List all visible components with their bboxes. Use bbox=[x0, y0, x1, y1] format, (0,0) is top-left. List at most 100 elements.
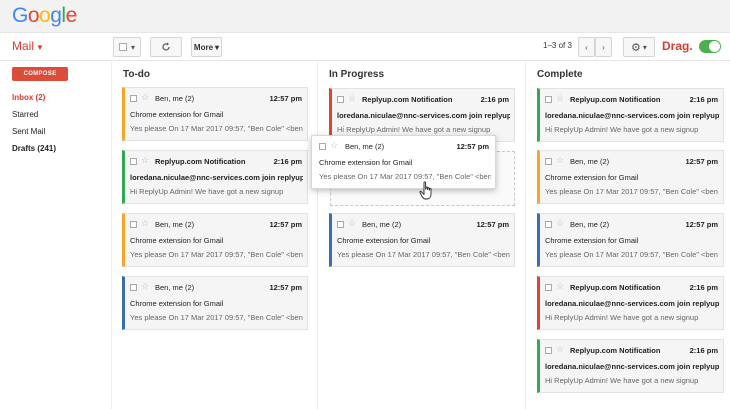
checkbox[interactable] bbox=[545, 221, 552, 228]
card-sender: Ben, me (2) bbox=[155, 94, 195, 103]
card-snippet: Yes please On 17 Mar 2017 09:57, "Ben Co… bbox=[130, 313, 303, 322]
drag-toggle[interactable] bbox=[699, 40, 721, 53]
checkbox[interactable] bbox=[319, 143, 326, 150]
star-icon[interactable]: ☆ bbox=[556, 155, 564, 166]
checkbox[interactable] bbox=[337, 96, 344, 103]
star-icon[interactable]: ☆ bbox=[556, 93, 564, 104]
prev-page-button[interactable]: ‹ bbox=[578, 37, 595, 57]
logo-letter: o bbox=[39, 4, 51, 27]
email-card[interactable]: ☆ Ben, me (2) 12:57 pm Chrome extension … bbox=[122, 213, 308, 267]
next-page-button[interactable]: › bbox=[595, 37, 612, 57]
star-icon[interactable]: ☆ bbox=[348, 93, 356, 104]
column-in-progress: In Progress ☆ Replyup.com Notification 2… bbox=[319, 62, 526, 409]
email-card[interactable]: ☆ Replyup.com Notification 2:16 pm lored… bbox=[537, 339, 724, 393]
email-card[interactable]: ☆ Ben, me (2) 12:57 pm Chrome extension … bbox=[329, 213, 515, 267]
sidebar-item-sent[interactable]: Sent Mail bbox=[12, 127, 45, 136]
email-card[interactable]: ☆ Replyup.com Notification 2:16 pm lored… bbox=[537, 88, 724, 142]
card-subject: loredana.niculae@nnc-services.com join r… bbox=[545, 362, 719, 371]
card-snippet: Hi ReplyUp Admin! We have got a new sign… bbox=[337, 125, 491, 134]
star-icon[interactable]: ☆ bbox=[330, 140, 338, 151]
email-card[interactable]: ☆ Ben, me (2) 12:57 pm Chrome extension … bbox=[537, 213, 724, 267]
mail-label: Mail bbox=[12, 39, 35, 53]
column-title: To-do bbox=[123, 69, 151, 80]
card-sender: Ben, me (2) bbox=[155, 283, 195, 292]
card-sender: Replyup.com Notification bbox=[362, 95, 453, 104]
dragging-card[interactable]: ☆ Ben, me (2) 12:57 pm Chrome extension … bbox=[311, 135, 496, 189]
chevron-left-icon: ‹ bbox=[585, 42, 588, 52]
star-icon[interactable]: ☆ bbox=[141, 155, 149, 166]
sidebar: COMPOSE Inbox (2) Starred Sent Mail Draf… bbox=[0, 62, 112, 409]
toggle-knob bbox=[709, 41, 720, 52]
compose-button[interactable]: COMPOSE bbox=[12, 67, 68, 81]
checkbox[interactable] bbox=[130, 284, 137, 291]
card-sender: Ben, me (2) bbox=[570, 220, 610, 229]
drag-brand-label: Drag. bbox=[662, 39, 693, 53]
email-card[interactable]: ☆ Replyup.com Notification 2:16 pm lored… bbox=[537, 276, 724, 330]
top-header: Google bbox=[0, 0, 730, 33]
card-snippet: Yes please On 17 Mar 2017 09:57, "Ben Co… bbox=[130, 250, 303, 259]
card-sender: Replyup.com Notification bbox=[570, 95, 661, 104]
email-card[interactable]: ☆ Replyup.com Notification 2:16 pm lored… bbox=[122, 150, 308, 204]
logo-letter: g bbox=[50, 4, 62, 27]
card-snippet: Yes please On 17 Mar 2017 09:57, "Ben Co… bbox=[545, 250, 718, 259]
email-card[interactable]: ☆ Replyup.com Notification 2:16 pm lored… bbox=[329, 88, 515, 142]
card-time: 2:16 pm bbox=[689, 346, 718, 355]
card-time: 12:57 pm bbox=[476, 220, 509, 229]
more-label: More bbox=[193, 42, 214, 52]
chevron-right-icon: › bbox=[602, 42, 605, 52]
toolbar: Mail ▼ ▾ More ▾ 1–3 of 3 ‹ › ⚙ ▾ Drag. bbox=[0, 33, 730, 61]
mail-menu[interactable]: Mail ▼ bbox=[12, 39, 44, 53]
column-complete: Complete ☆ Replyup.com Notification 2:16… bbox=[527, 62, 730, 409]
checkbox[interactable] bbox=[130, 95, 137, 102]
card-subject: Chrome extension for Gmail bbox=[545, 236, 639, 245]
card-sender: Ben, me (2) bbox=[155, 220, 195, 229]
star-icon[interactable]: ☆ bbox=[141, 281, 149, 292]
checkbox-icon bbox=[118, 43, 127, 51]
star-icon[interactable]: ☆ bbox=[348, 218, 356, 229]
more-button[interactable]: More ▾ bbox=[191, 37, 222, 57]
page-count: 1–3 of 3 bbox=[543, 41, 572, 50]
email-card[interactable]: ☆ Ben, me (2) 12:57 pm Chrome extension … bbox=[122, 276, 308, 330]
column-todo: To-do ☆ Ben, me (2) 12:57 pm Chrome exte… bbox=[113, 62, 318, 409]
checkbox[interactable] bbox=[545, 96, 552, 103]
google-logo[interactable]: Google bbox=[12, 4, 77, 28]
card-subject: Chrome extension for Gmail bbox=[130, 110, 224, 119]
card-time: 2:16 pm bbox=[480, 95, 509, 104]
card-time: 12:57 pm bbox=[456, 142, 489, 151]
card-time: 2:16 pm bbox=[689, 95, 718, 104]
checkbox[interactable] bbox=[545, 347, 552, 354]
select-all-button[interactable]: ▾ bbox=[113, 37, 141, 57]
card-time: 12:57 pm bbox=[685, 157, 718, 166]
sidebar-item-starred[interactable]: Starred bbox=[12, 110, 38, 119]
email-card[interactable]: ☆ Ben, me (2) 12:57 pm Chrome extension … bbox=[537, 150, 724, 204]
card-subject: Chrome extension for Gmail bbox=[545, 173, 639, 182]
card-time: 12:57 pm bbox=[269, 283, 302, 292]
card-subject: loredana.niculae@nnc-services.com join r… bbox=[130, 173, 303, 182]
card-snippet: Hi ReplyUp Admin! We have got a new sign… bbox=[545, 376, 699, 385]
refresh-button[interactable] bbox=[150, 37, 182, 57]
checkbox[interactable] bbox=[130, 221, 137, 228]
checkbox[interactable] bbox=[545, 284, 552, 291]
card-time: 2:16 pm bbox=[689, 283, 718, 292]
card-snippet: Hi ReplyUp Admin! We have got a new sign… bbox=[130, 187, 284, 196]
settings-button[interactable]: ⚙ ▾ bbox=[623, 37, 655, 57]
card-snippet: Hi ReplyUp Admin! We have got a new sign… bbox=[545, 313, 699, 322]
card-subject: Chrome extension for Gmail bbox=[130, 236, 224, 245]
chevron-down-icon: ▾ bbox=[130, 42, 135, 52]
star-icon[interactable]: ☆ bbox=[141, 92, 149, 103]
checkbox[interactable] bbox=[337, 221, 344, 228]
column-title: In Progress bbox=[329, 69, 385, 80]
star-icon[interactable]: ☆ bbox=[556, 344, 564, 355]
logo-letter: o bbox=[27, 4, 40, 27]
email-card[interactable]: ☆ Ben, me (2) 12:57 pm Chrome extension … bbox=[122, 87, 308, 141]
checkbox[interactable] bbox=[130, 158, 137, 165]
star-icon[interactable]: ☆ bbox=[141, 218, 149, 229]
sidebar-item-inbox[interactable]: Inbox (2) bbox=[12, 93, 45, 102]
checkbox[interactable] bbox=[545, 158, 552, 165]
star-icon[interactable]: ☆ bbox=[556, 281, 564, 292]
card-sender: Ben, me (2) bbox=[345, 142, 385, 151]
sidebar-item-drafts[interactable]: Drafts (241) bbox=[12, 144, 56, 153]
star-icon[interactable]: ☆ bbox=[556, 218, 564, 229]
card-subject: loredana.niculae@nnc-services.com join r… bbox=[545, 111, 719, 120]
card-subject: loredana.niculae@nnc-services.com join r… bbox=[545, 299, 719, 308]
